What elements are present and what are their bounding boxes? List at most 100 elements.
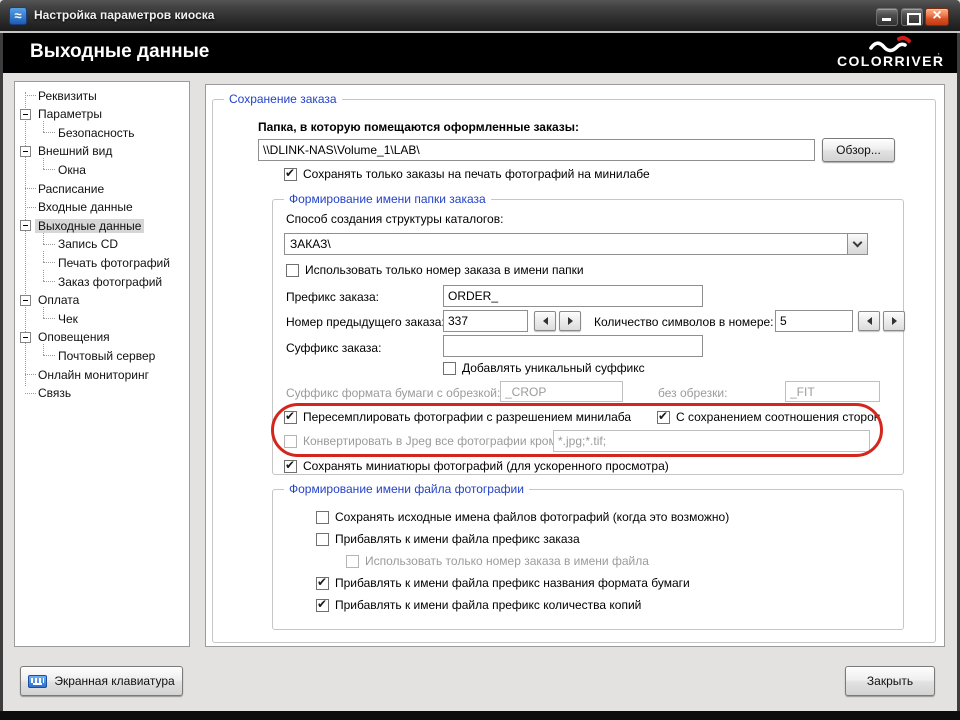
app-wave-icon: ≈ xyxy=(9,7,27,25)
checkbox-row-file-option: Прибавлять к имени файла префикс количес… xyxy=(316,598,641,612)
group-file-name-title: Формирование имени файла фотографии xyxy=(284,482,529,496)
browse-button[interactable]: Обзор... xyxy=(822,138,895,162)
only-number-folder-checkbox[interactable] xyxy=(286,264,299,277)
sidebar-item[interactable]: Почтовый сервер xyxy=(14,346,188,365)
group-save-order-title: Сохранение заказа xyxy=(224,92,342,106)
sidebar-item[interactable]: Печать фотографий xyxy=(14,253,188,272)
order-suffix-input[interactable] xyxy=(443,335,703,357)
checkbox-row-unique-suffix: Добавлять уникальный суффикс xyxy=(443,361,645,375)
digits-count-input[interactable] xyxy=(775,310,853,332)
file-option-checkbox xyxy=(346,555,359,568)
checkbox-row-only-minilab: Сохранять только заказы на печать фотогр… xyxy=(284,167,650,181)
sidebar-item-label: Оплата xyxy=(35,293,82,307)
save-thumbs-label: Сохранять миниатюры фотографий (для уско… xyxy=(303,459,669,473)
tree-collapse-icon[interactable] xyxy=(20,146,31,157)
checkbox-row-resample: Пересемплировать фотографии с разрешение… xyxy=(284,410,631,424)
file-option-label: Прибавлять к имени файла префикс количес… xyxy=(335,598,641,612)
unique-suffix-checkbox[interactable] xyxy=(443,362,456,375)
window-border-left xyxy=(0,33,3,711)
minimize-button[interactable] xyxy=(876,8,898,26)
sidebar-item-label: Печать фотографий xyxy=(55,256,173,270)
combobox-dropdown-button[interactable] xyxy=(847,234,867,254)
file-option-label: Использовать только номер заказа в имени… xyxy=(365,554,649,568)
checkbox-row-keep-aspect: С сохранением соотношения сторон xyxy=(657,410,880,424)
sidebar-item[interactable]: Реквизиты xyxy=(14,86,188,105)
chevron-down-icon xyxy=(853,238,863,248)
sidebar-item-label: Онлайн мониторинг xyxy=(35,368,152,382)
sidebar-item-label: Заказ фотографий xyxy=(55,275,165,289)
prefix-label: Префикс заказа: xyxy=(286,290,379,304)
tree-collapse-icon[interactable] xyxy=(20,332,31,343)
prev-number-input[interactable] xyxy=(443,310,528,332)
sidebar-item-label: Запись CD xyxy=(55,237,121,251)
keyboard-icon xyxy=(28,675,47,688)
file-option-checkbox[interactable] xyxy=(316,511,329,524)
sidebar-item[interactable]: Оплата xyxy=(14,291,188,310)
sidebar-item[interactable]: Заказ фотографий xyxy=(14,272,188,291)
checkbox-row-convert-jpeg: Конвертировать в Jpeg все фотографии кро… xyxy=(284,434,563,448)
sidebar-item-label: Реквизиты xyxy=(35,89,100,103)
page-title: Выходные данные xyxy=(30,41,209,63)
file-option-label: Прибавлять к имени файла префикс заказа xyxy=(335,532,580,546)
sidebar-item-label: Чек xyxy=(55,312,81,326)
order-prefix-input[interactable] xyxy=(443,285,703,307)
sidebar-item[interactable]: Выходные данные xyxy=(14,216,188,235)
sidebar-item[interactable]: Входные данные xyxy=(14,198,188,217)
sidebar-item-label: Внешний вид xyxy=(35,144,115,158)
keep-aspect-label: С сохранением соотношения сторон xyxy=(676,410,880,424)
save-thumbs-checkbox[interactable] xyxy=(284,460,297,473)
paper-suffix-label: Суффикс формата бумаги с обрезкой: xyxy=(286,386,500,400)
orders-folder-input[interactable] xyxy=(258,139,815,161)
digits-label: Количество символов в номере: xyxy=(594,315,774,329)
sidebar-item-label: Параметры xyxy=(35,107,105,121)
structure-label: Способ создания структуры каталогов: xyxy=(286,212,503,226)
structure-combobox[interactable]: ЗАКАЗ\ xyxy=(284,233,868,255)
file-option-checkbox[interactable] xyxy=(316,599,329,612)
sidebar-item-label: Почтовый сервер xyxy=(55,349,158,363)
digits-decrement-button[interactable] xyxy=(858,311,880,331)
file-option-checkbox[interactable] xyxy=(316,533,329,546)
sidebar-item[interactable]: Оповещения xyxy=(14,328,188,347)
tree-collapse-icon[interactable] xyxy=(20,109,31,120)
checkbox-row-only-number-folder: Использовать только номер заказа в имени… xyxy=(286,263,584,277)
tree-collapse-icon[interactable] xyxy=(20,295,31,306)
resample-checkbox[interactable] xyxy=(284,411,297,424)
file-option-label: Сохранять исходные имена файлов фотограф… xyxy=(335,510,729,524)
checkbox-row-file-option: Использовать только номер заказа в имени… xyxy=(346,554,649,568)
close-button[interactable]: Закрыть xyxy=(845,666,935,696)
sidebar-item[interactable]: Запись CD xyxy=(14,235,188,254)
prev-number-increment-button[interactable] xyxy=(559,311,581,331)
checkbox-row-file-option: Сохранять исходные имена файлов фотограф… xyxy=(316,510,729,524)
prev-number-decrement-button[interactable] xyxy=(534,311,556,331)
sidebar-item[interactable]: Чек xyxy=(14,309,188,328)
sidebar-item[interactable]: Безопасность xyxy=(14,123,188,142)
file-option-checkbox[interactable] xyxy=(316,577,329,590)
page-header: Выходные данные COLORRIVER ' xyxy=(3,33,957,73)
digits-increment-button[interactable] xyxy=(883,311,905,331)
sidebar-item-label: Расписание xyxy=(35,182,107,196)
keep-aspect-checkbox[interactable] xyxy=(657,411,670,424)
only-minilab-checkbox[interactable] xyxy=(284,168,297,181)
colorriver-logo: COLORRIVER ' xyxy=(833,33,945,78)
convert-jpeg-checkbox xyxy=(284,435,297,448)
sidebar-item-label: Связь xyxy=(35,386,74,400)
window-title: Настройка параметров киоска xyxy=(34,8,214,22)
close-window-button[interactable] xyxy=(925,8,949,26)
convert-exceptions-input xyxy=(553,430,870,452)
tree-collapse-icon[interactable] xyxy=(20,220,31,231)
sidebar-item[interactable]: Связь xyxy=(14,384,188,403)
onscreen-keyboard-button[interactable]: Экранная клавиатура xyxy=(20,666,183,696)
brand-text: COLORRIVER xyxy=(837,53,944,69)
sidebar-item[interactable]: Расписание xyxy=(14,179,188,198)
crop-suffix-input xyxy=(500,381,623,402)
sidebar-item-label: Окна xyxy=(55,163,89,177)
maximize-button[interactable] xyxy=(901,8,923,26)
kiosk-settings-window: ≈ Настройка параметров киоска Выходные д… xyxy=(0,0,960,720)
sidebar-item[interactable]: Параметры xyxy=(14,105,188,124)
sidebar-item-label: Оповещения xyxy=(35,330,113,344)
group-folder-name-title: Формирование имени папки заказа xyxy=(284,192,491,206)
sidebar-item[interactable]: Онлайн мониторинг xyxy=(14,365,188,384)
titlebar[interactable]: ≈ Настройка параметров киоска xyxy=(0,0,960,31)
sidebar-item[interactable]: Внешний вид xyxy=(14,142,188,161)
sidebar-item[interactable]: Окна xyxy=(14,160,188,179)
